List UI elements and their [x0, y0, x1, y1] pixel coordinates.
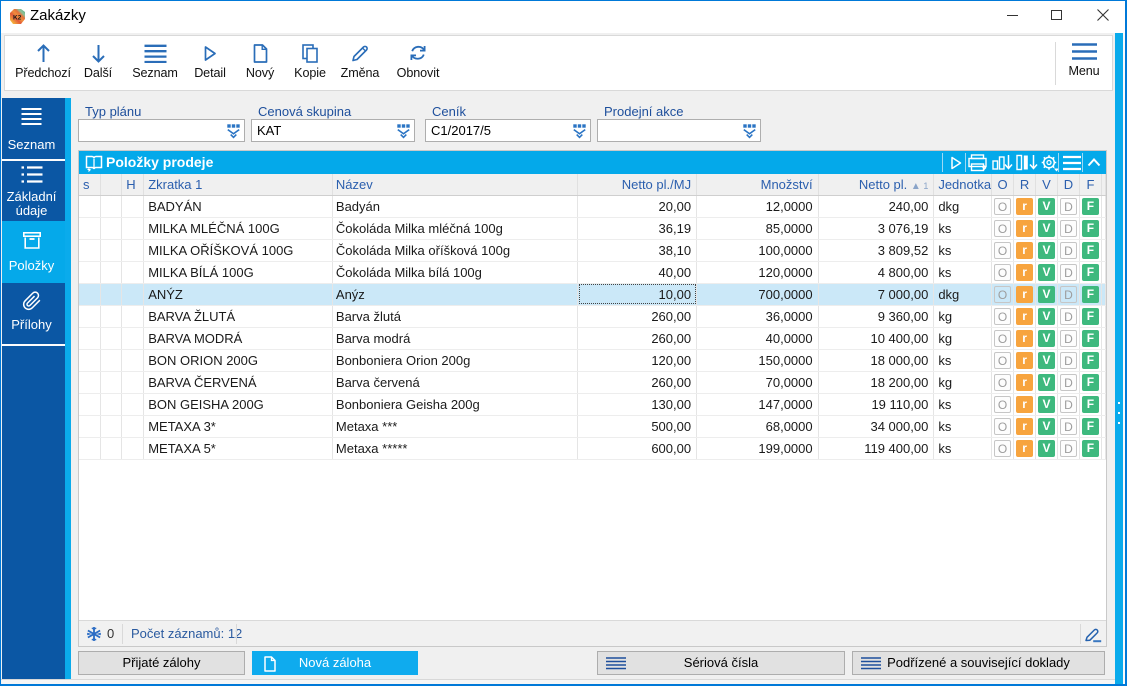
- svg-text:K2: K2: [13, 15, 22, 22]
